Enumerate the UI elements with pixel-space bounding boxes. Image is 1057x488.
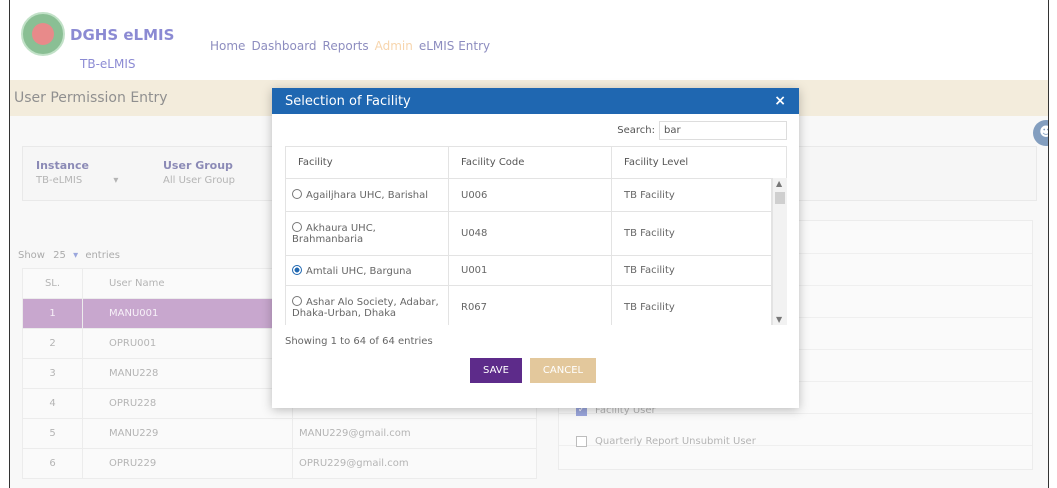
facility-name: Akhaura UHC, Brahmanbaria (292, 223, 376, 245)
column-header-facility-code[interactable]: Facility Code (448, 146, 612, 179)
facility-level: TB Facility (611, 178, 772, 212)
table-scrollbar[interactable]: ▲ ▼ (772, 178, 787, 325)
facility-code: U048 (448, 211, 612, 256)
facility-code: U006 (448, 178, 612, 212)
search-input[interactable] (659, 121, 787, 140)
search-row: Search: (617, 121, 787, 140)
facility-table-body[interactable]: Agailjhara UHC, Barishal U006 TB Facilit… (285, 178, 787, 325)
radio-icon[interactable] (292, 296, 302, 306)
modal-header: Selection of Facility × (272, 88, 799, 114)
facility-code: R067 (448, 285, 612, 325)
facility-level: TB Facility (611, 255, 772, 286)
save-button[interactable]: SAVE (470, 358, 522, 383)
scroll-up-icon[interactable]: ▲ (776, 179, 782, 188)
facility-code: U001 (448, 255, 612, 286)
facility-level: TB Facility (611, 285, 772, 325)
facility-selection-modal: Selection of Facility × Search: Facility… (272, 88, 799, 408)
scrollbar-thumb[interactable] (775, 192, 785, 204)
radio-selected-icon[interactable] (292, 264, 302, 275)
column-header-facility[interactable]: Facility (285, 146, 449, 179)
close-icon[interactable]: × (774, 93, 786, 109)
cancel-button[interactable]: CANCEL (530, 358, 596, 383)
radio-icon[interactable] (292, 222, 302, 232)
table-header-row: Facility Facility Code Facility Level (285, 146, 787, 179)
facility-name: Ashar Alo Society, Adabar, Dhaka-Urban, … (292, 297, 439, 319)
radio-icon[interactable] (292, 189, 302, 199)
showing-entries-info: Showing 1 to 64 of 64 entries (285, 336, 433, 347)
search-label: Search: (617, 125, 655, 136)
table-row[interactable]: Akhaura UHC, Brahmanbaria U048 TB Facili… (285, 211, 772, 256)
table-row[interactable]: Agailjhara UHC, Barishal U006 TB Facilit… (285, 178, 772, 212)
table-row[interactable]: Ashar Alo Society, Adabar, Dhaka-Urban, … (285, 285, 772, 325)
table-row[interactable]: Amtali UHC, Barguna U001 TB Facility (285, 255, 772, 286)
facility-name: Agailjhara UHC, Barishal (306, 190, 429, 201)
scroll-down-icon[interactable]: ▼ (776, 315, 782, 324)
column-header-facility-level[interactable]: Facility Level (611, 146, 787, 179)
modal-title: Selection of Facility (285, 94, 411, 109)
facility-table-header: Facility Facility Code Facility Level (285, 146, 787, 179)
facility-level: TB Facility (611, 211, 772, 256)
facility-name: Amtali UHC, Barguna (306, 265, 412, 277)
